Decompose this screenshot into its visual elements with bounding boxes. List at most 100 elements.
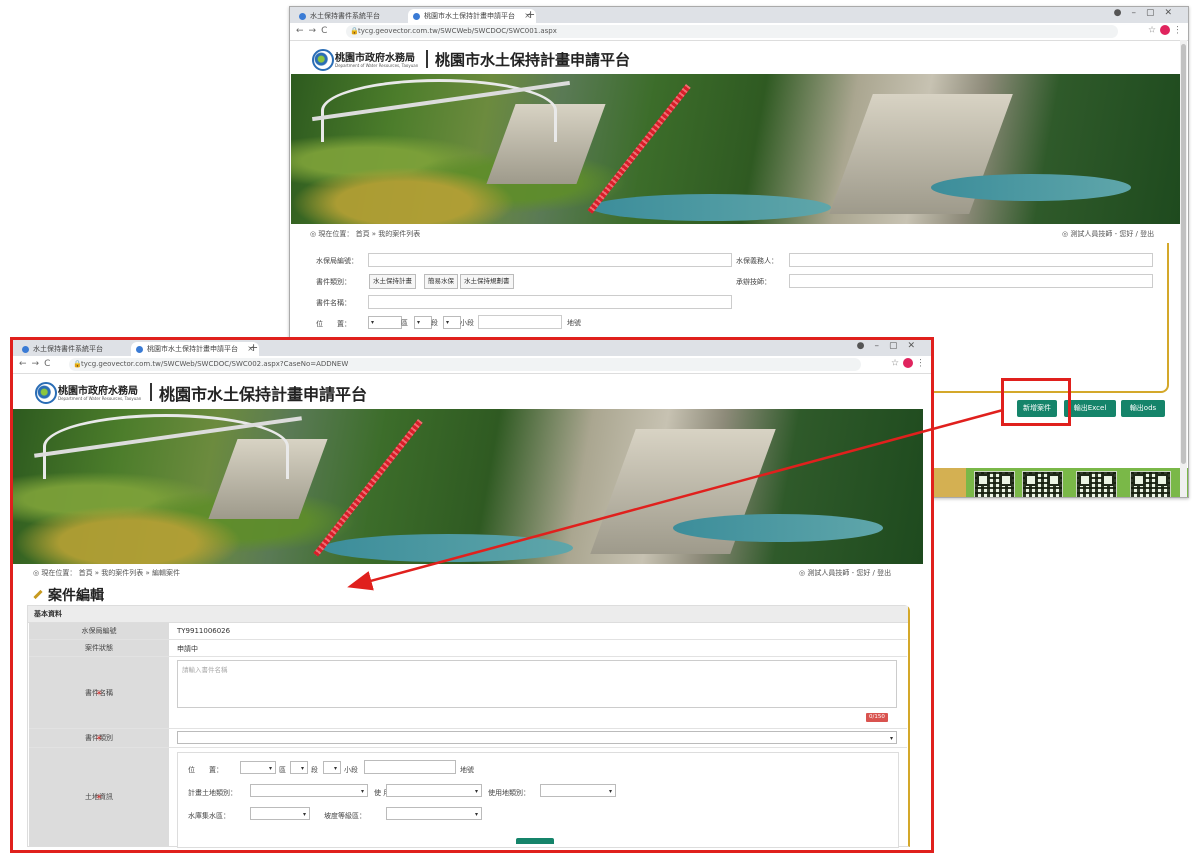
slope-select[interactable]: ▾ <box>386 807 482 820</box>
tab-bar: 水土保持書件系統平台 × 桃園市水土保持計畫申請平台 × + ●–▢✕ <box>290 7 1188 23</box>
agency-logo-icon <box>35 382 57 404</box>
land-use-label: 使用地類別： <box>488 789 530 797</box>
zoning-select[interactable]: ▾ <box>386 784 482 797</box>
location-label: 位 置： <box>316 320 351 328</box>
chevron-down-icon: ▾ <box>268 765 272 772</box>
section-select[interactable]: ▾ <box>414 316 432 329</box>
highlight-callout-box <box>1001 378 1071 426</box>
window-controls[interactable]: ●–▢✕ <box>857 341 925 351</box>
chevron-down-icon: ▾ <box>300 765 304 772</box>
chevron-down-icon: ▾ <box>889 735 893 742</box>
status-label: 申請中案件狀態 <box>29 640 169 656</box>
browser-tab[interactable]: 水土保持書件系統平台 × <box>17 342 145 356</box>
section-suffix: 段 <box>311 766 318 774</box>
agency-name: 桃園市政府水務局 <box>335 53 415 64</box>
header-divider <box>426 50 428 68</box>
tab-bar: 水土保持書件系統平台 × 桃園市水土保持計畫申請平台 × + ●–▢✕ <box>13 340 931 356</box>
status-value: 申請中 <box>177 645 198 653</box>
type-button-simple[interactable]: 簡易水保 <box>424 274 458 289</box>
agency-name-en: Department of Water Resources, Taoyuan <box>335 63 419 68</box>
export-ods-button[interactable]: 輸出ods <box>1121 400 1165 417</box>
professional-label: 承辦技師： <box>736 278 771 286</box>
case-name-input[interactable] <box>368 295 732 309</box>
case-no-input[interactable] <box>368 253 732 267</box>
hero-banner-image <box>291 74 1181 224</box>
professional-input[interactable] <box>789 274 1153 288</box>
land-use-select[interactable]: ▾ <box>540 784 616 797</box>
planned-land-select[interactable]: ▾ <box>250 784 368 797</box>
submit-button[interactable] <box>516 838 554 844</box>
scrollbar[interactable] <box>1180 40 1187 497</box>
applicant-input[interactable] <box>789 253 1153 267</box>
case-name-label: 書件名稱： <box>316 299 351 307</box>
district-suffix: 區 <box>279 766 286 774</box>
qr-code-icon[interactable] <box>1022 471 1063 497</box>
qr-code-icon[interactable] <box>974 471 1015 497</box>
reservoir-label: 水庫集水區： <box>188 812 230 820</box>
url-input[interactable]: 🔒 tycg.geovector.com.tw/SWCWeb/SWCDOC/SW… <box>69 358 861 371</box>
subsection-select[interactable]: ▾ <box>323 761 341 774</box>
type-button-swc-plan[interactable]: 水土保持計畫 <box>369 274 416 289</box>
subsection-select[interactable]: ▾ <box>443 316 461 329</box>
browser-tab-active[interactable]: 桃園市水土保持計畫申請平台 × <box>131 342 259 356</box>
case-no-label: 水保局編號： <box>316 257 358 265</box>
url-text: tycg.geovector.com.tw/SWCWeb/SWCDOC/SWC0… <box>81 360 349 368</box>
qr-code-icon[interactable] <box>1130 471 1171 497</box>
lot-number-input[interactable] <box>478 315 562 329</box>
reservoir-select[interactable]: ▾ <box>250 807 310 820</box>
form-row-status: 申請中案件狀態 申請中 <box>29 640 907 657</box>
form-row-case-name: 書件名稱＊ 請輸入書件名稱 0/150 <box>29 657 907 729</box>
url-input[interactable]: 🔒 tycg.geovector.com.tw/SWCWeb/SWCDOC/SW… <box>346 25 1118 38</box>
nav-arrows-icon[interactable]: ←→C <box>19 359 55 369</box>
char-counter-badge: 0/150 <box>866 713 888 722</box>
case-name-textarea[interactable]: 請輸入書件名稱 <box>177 660 897 708</box>
subsection-suffix: 小段 <box>460 319 474 327</box>
site-title: 桃園市水土保持計畫申請平台 <box>159 385 368 404</box>
user-greeting[interactable]: ◎ 測試人員技師 - 您好 / 登出 <box>799 568 891 578</box>
applicant-label: 水保義務人： <box>736 257 778 265</box>
district-select[interactable]: ▾ <box>240 761 276 774</box>
agency-name-en: Department of Water Resources, Taoyuan <box>58 396 142 401</box>
browser-tab-active[interactable]: 桃園市水土保持計畫申請平台 × <box>408 9 536 23</box>
favicon-icon <box>22 346 29 353</box>
export-excel-button[interactable]: 輸出Excel <box>1064 400 1116 417</box>
district-select[interactable]: ▾ <box>368 316 402 329</box>
nav-arrows-icon[interactable]: ←→C <box>296 26 332 36</box>
lot-number-input[interactable] <box>364 760 456 774</box>
chevron-down-icon: ▾ <box>474 811 478 818</box>
url-text: tycg.geovector.com.tw/SWCWeb/SWCDOC/SWC0… <box>358 27 557 35</box>
profile-area[interactable]: ☆ ⋮ <box>1148 25 1182 36</box>
lot-suffix: 地號 <box>567 319 581 327</box>
case-no-value: TY9911006026 <box>177 627 231 635</box>
hero-banner-image <box>13 409 923 564</box>
type-button-planning[interactable]: 水土保持規劃書 <box>460 274 514 289</box>
new-tab-icon[interactable]: + <box>526 8 535 21</box>
agency-logo-icon <box>312 49 334 71</box>
section-select[interactable]: ▾ <box>290 761 308 774</box>
lock-icon: 🔒 <box>73 360 82 368</box>
case-type-select[interactable]: ▾ <box>177 731 897 744</box>
section-title: 基本資料 <box>28 606 908 623</box>
avatar[interactable] <box>903 358 914 368</box>
profile-area[interactable]: ☆ ⋮ <box>891 358 925 369</box>
form-row-land-info: 土地資訊＊ 位 置： ▾ 區 ▾ 段 ▾ 小段 地號 計畫土地類別： ▾ 使 用… <box>29 748 907 848</box>
breadcrumb: ◎ 現在位置： 首頁 » 我的案件列表 » 編輯案件 <box>33 569 181 577</box>
new-tab-icon[interactable]: + <box>249 341 258 354</box>
address-bar-row: ←→C 🔒 tycg.geovector.com.tw/SWCWeb/SWCDO… <box>13 356 931 374</box>
case-no-label: 水保局編號 <box>29 623 169 639</box>
scrollbar-thumb[interactable] <box>1181 44 1186 464</box>
site-header: 桃園市政府水務局 Department of Water Resources, … <box>13 374 931 410</box>
chevron-down-icon: ▾ <box>608 788 612 795</box>
chevron-down-icon: ▾ <box>360 788 364 795</box>
user-greeting[interactable]: ◎ 測試人員技師 - 您好 / 登出 <box>1062 229 1154 239</box>
window-controls[interactable]: ●–▢✕ <box>1114 8 1182 18</box>
avatar[interactable] <box>1160 25 1171 35</box>
qr-code-icon[interactable] <box>1076 471 1117 497</box>
lock-icon: 🔒 <box>350 27 359 35</box>
subsection-suffix: 小段 <box>344 766 358 774</box>
chevron-down-icon: ▾ <box>474 788 478 795</box>
section-suffix: 段 <box>431 319 438 327</box>
chevron-down-icon: ▾ <box>333 765 337 772</box>
slope-label: 坡度等級區： <box>324 812 366 820</box>
browser-tab[interactable]: 水土保持書件系統平台 × <box>294 9 422 23</box>
